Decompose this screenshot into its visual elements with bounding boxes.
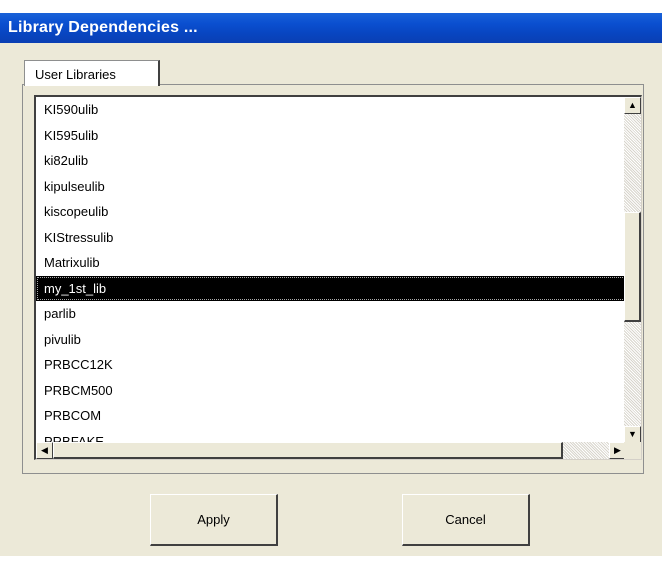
window-right-edge [658, 43, 662, 556]
list-item[interactable]: PRBCOM [36, 403, 626, 429]
arrow-down-icon: ▼ [628, 429, 637, 439]
tab-user-libraries[interactable]: User Libraries [24, 60, 160, 86]
list-item[interactable]: PRBFAKE [36, 429, 626, 444]
top-background [0, 0, 662, 13]
list-item[interactable]: KI595ulib [36, 123, 626, 149]
cancel-button[interactable]: Cancel [402, 494, 530, 546]
library-listbox[interactable]: KI590ulib KI595ulib ki82ulib kipulseulib… [34, 95, 642, 460]
list-item[interactable]: PRBCC12K [36, 352, 626, 378]
list-item[interactable]: PRBCM500 [36, 378, 626, 404]
list-item[interactable]: pivulib [36, 327, 626, 353]
scrollbar-corner [624, 442, 641, 459]
tab-label: User Libraries [35, 67, 116, 82]
arrow-right-icon: ▶ [614, 445, 621, 455]
scroll-up-button[interactable]: ▲ [624, 97, 641, 114]
list-item[interactable]: kipulseulib [36, 174, 626, 200]
vertical-scrollbar[interactable]: ▲ ▼ [624, 97, 641, 443]
scroll-down-button[interactable]: ▼ [624, 426, 641, 443]
list-item[interactable]: ki82ulib [36, 148, 626, 174]
dialog-window: Library Dependencies ... User Libraries … [0, 0, 662, 561]
library-list[interactable]: KI590ulib KI595ulib ki82ulib kipulseulib… [36, 97, 626, 443]
apply-button[interactable]: Apply [150, 494, 278, 546]
scroll-left-button[interactable]: ◀ [36, 442, 53, 459]
vertical-scroll-thumb[interactable] [624, 212, 641, 322]
horizontal-scrollbar[interactable]: ◀ ▶ [36, 442, 626, 459]
horizontal-scroll-thumb[interactable] [53, 442, 563, 459]
window-title: Library Dependencies ... [8, 19, 198, 36]
title-bar[interactable]: Library Dependencies ... [0, 13, 662, 43]
list-item[interactable]: parlib [36, 301, 626, 327]
list-item[interactable]: KIStressulib [36, 225, 626, 251]
arrow-left-icon: ◀ [41, 445, 48, 455]
arrow-up-icon: ▲ [628, 100, 637, 110]
list-item[interactable]: kiscopeulib [36, 199, 626, 225]
list-item[interactable]: KI590ulib [36, 97, 626, 123]
list-item-selected[interactable]: my_1st_lib [36, 275, 626, 301]
bottom-background [0, 556, 662, 561]
list-item[interactable]: Matrixulib [36, 250, 626, 276]
